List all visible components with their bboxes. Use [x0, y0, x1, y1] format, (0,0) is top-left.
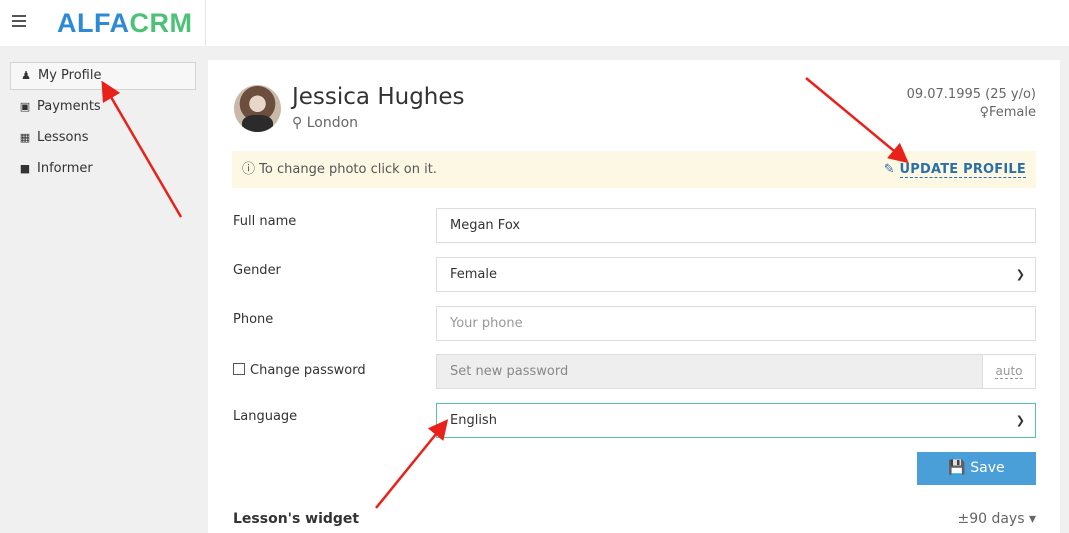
- female-icon: ♀: [979, 105, 989, 120]
- widget-range-dropdown[interactable]: ±90 days ▾: [957, 511, 1036, 527]
- update-profile-button[interactable]: ✎ UPDATE PROFILE: [884, 151, 1026, 188]
- lessons-widget-title: Lesson's widget: [233, 511, 360, 527]
- full-name-label: Full name: [233, 214, 297, 229]
- language-select[interactable]: English ❯: [436, 403, 1036, 438]
- auto-password-button[interactable]: auto: [982, 355, 1035, 388]
- user-icon: ♟: [21, 69, 31, 82]
- language-label: Language: [233, 409, 298, 424]
- info-icon: ⓘ: [242, 162, 256, 177]
- chevron-down-icon: ❯: [1015, 268, 1025, 281]
- full-name-input[interactable]: Megan Fox: [436, 208, 1036, 243]
- top-bar: ALFACRM: [0, 0, 1069, 46]
- hamburger-menu-icon[interactable]: [12, 15, 26, 27]
- new-password-input[interactable]: Set new password auto: [436, 354, 1036, 389]
- pencil-icon: ✎: [883, 162, 895, 177]
- app-logo[interactable]: ALFACRM: [40, 0, 206, 46]
- profile-dob: 09.07.1995 (25 y/o): [906, 87, 1036, 102]
- money-icon: ▣: [19, 100, 31, 113]
- sidebar-item-lessons[interactable]: ▦ Lessons: [10, 124, 196, 152]
- change-password-checkbox[interactable]: Change password: [233, 363, 366, 378]
- location-icon: ⚲: [292, 115, 303, 131]
- phone-label: Phone: [233, 312, 274, 327]
- profile-panel: Jessica Hughes ⚲ London 09.07.1995 (25 y…: [208, 60, 1060, 533]
- avatar[interactable]: [234, 85, 281, 132]
- profile-city: ⚲ London: [292, 115, 359, 131]
- caret-down-icon: ▾: [1028, 511, 1036, 527]
- calendar-icon: ▦: [19, 131, 31, 144]
- sidebar: ♟ My Profile ▣ Payments ▦ Lessons ■ Informer: [0, 46, 208, 533]
- profile-name: Jessica Hughes: [292, 84, 465, 110]
- book-icon: ■: [19, 162, 31, 175]
- sidebar-item-informer[interactable]: ■ Informer: [10, 155, 196, 183]
- gender-label: Gender: [233, 263, 281, 278]
- phone-input[interactable]: Your phone: [436, 306, 1036, 341]
- floppy-icon: 💾: [948, 460, 966, 476]
- sidebar-item-my-profile[interactable]: ♟ My Profile: [10, 62, 196, 90]
- chevron-down-icon: ❯: [1015, 414, 1025, 427]
- sidebar-item-payments[interactable]: ▣ Payments: [10, 93, 196, 121]
- profile-gender: ♀Female: [979, 105, 1036, 120]
- save-button[interactable]: 💾 Save: [917, 452, 1036, 485]
- checkbox-icon[interactable]: [233, 363, 245, 375]
- photo-hint-alert: ⓘ To change photo click on it. ✎ UPDATE …: [232, 151, 1036, 188]
- gender-select[interactable]: Female ❯: [436, 257, 1036, 292]
